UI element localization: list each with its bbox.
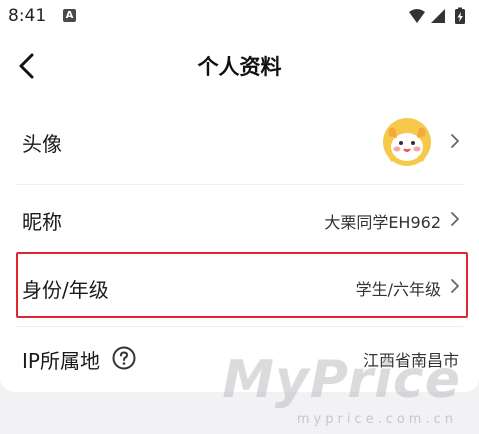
chevron-right-icon	[451, 279, 459, 293]
row-nickname[interactable]: 昵称 大栗同学EH962	[0, 185, 479, 252]
watermark-url: myprice.com.cn	[296, 412, 457, 427]
watermark-logo: MyPrice	[222, 350, 461, 410]
profile-card: 头像 昵称 大栗同学EH962 身份/年级 学生/六年级 IP所属地 江西省南昌…	[0, 98, 479, 392]
wifi-icon	[409, 9, 425, 23]
chevron-right-icon	[451, 212, 459, 226]
status-bar: 8:41 A	[0, 0, 479, 34]
chevron-right-icon	[451, 134, 459, 148]
question-circle-icon[interactable]	[112, 346, 136, 370]
notification-a-icon: A	[63, 9, 76, 22]
status-icons	[407, 7, 469, 27]
header: 个人资料	[0, 34, 479, 98]
row-identity-value: 学生/六年级	[355, 280, 441, 299]
page-title: 个人资料	[197, 55, 282, 79]
status-icons-svg	[409, 7, 465, 24]
row-identity-label: 身份/年级	[22, 278, 109, 302]
signal-icon	[431, 9, 445, 23]
row-avatar[interactable]: 头像	[0, 98, 479, 184]
status-time: 8:41	[8, 6, 47, 26]
row-avatar-label: 头像	[22, 132, 62, 156]
row-identity-grade[interactable]: 身份/年级 学生/六年级	[0, 254, 479, 316]
avatar-image	[383, 118, 431, 166]
row-ip-label: IP所属地	[22, 349, 100, 373]
row-nickname-value: 大栗同学EH962	[324, 213, 441, 232]
row-nickname-label: 昵称	[22, 210, 62, 234]
battery-icon	[455, 7, 465, 24]
